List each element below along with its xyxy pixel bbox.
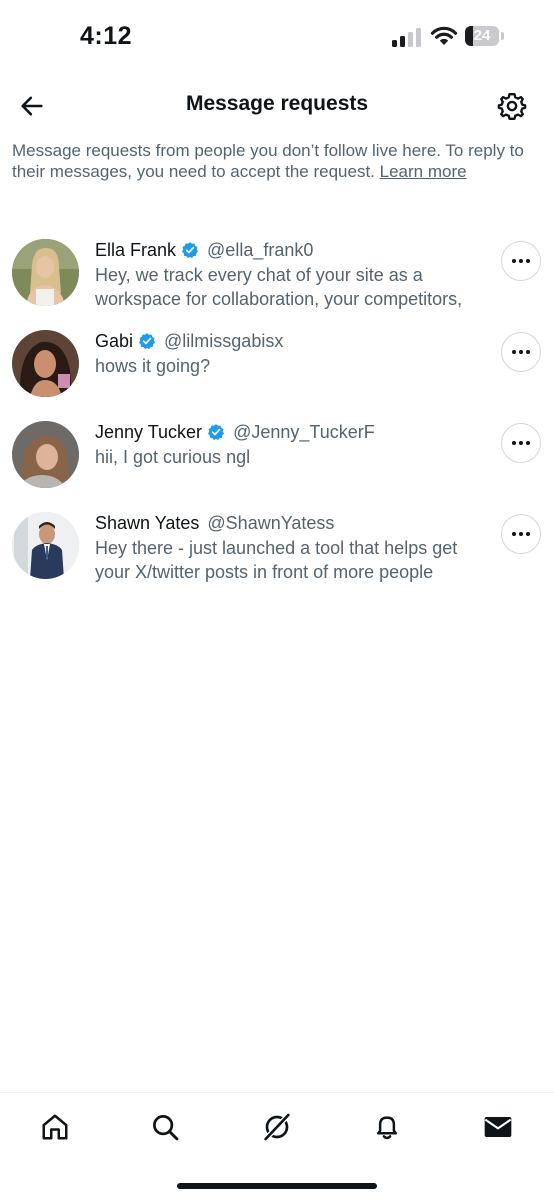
nav-home[interactable] <box>35 1107 75 1147</box>
handle: @lilmissgabisx <box>164 331 284 351</box>
handle: @ella_frank0 <box>207 240 314 260</box>
request-content: Ella Frank @ella_frank0 Hey, we track ev… <box>95 238 484 311</box>
request-list: Ella Frank @ella_frank0 Hey, we track ev… <box>0 232 554 605</box>
name-line: Jenny Tucker @Jenny_TuckerF <box>95 420 484 444</box>
display-name: Jenny Tucker <box>95 422 203 442</box>
battery-icon: 24 <box>465 26 499 46</box>
bell-icon <box>377 1116 397 1140</box>
request-item[interactable]: Jenny Tucker @Jenny_TuckerF hii, I got c… <box>0 414 554 505</box>
message-preview: Hey, we track every chat of your site as… <box>95 265 463 309</box>
name-line: Ella Frank @ella_frank0 <box>95 238 484 262</box>
status-time: 4:12 <box>80 22 133 50</box>
verified-badge-icon <box>208 424 225 441</box>
cellular-signal-icon <box>392 27 424 47</box>
more-options-button[interactable] <box>501 332 541 372</box>
name-line: Gabi @lilmissgabisx <box>95 329 484 353</box>
message-preview: hows it going? <box>95 356 211 376</box>
more-options-button[interactable] <box>501 241 541 281</box>
name-line: Shawn Yates @ShawnYatess <box>95 511 484 535</box>
message-preview: Hey there - just launched a tool that he… <box>95 538 458 582</box>
avatar[interactable] <box>12 421 79 488</box>
nav-messages[interactable] <box>478 1107 518 1147</box>
grok-icon <box>263 1112 291 1142</box>
home-indicator <box>177 1183 377 1189</box>
search-icon <box>153 1115 179 1141</box>
avatar-image <box>12 239 79 306</box>
request-content: Shawn Yates @ShawnYatess Hey there - jus… <box>95 511 484 584</box>
status-bar: 4:12 24 <box>0 0 554 76</box>
learn-more-link[interactable]: Learn more <box>380 162 467 181</box>
gear-icon <box>497 92 527 120</box>
avatar[interactable] <box>12 512 79 579</box>
display-name: Shawn Yates <box>95 513 200 533</box>
display-name: Gabi <box>95 331 134 351</box>
more-options-button[interactable] <box>501 423 541 463</box>
display-name: Ella Frank <box>95 240 177 260</box>
verified-badge-icon <box>182 242 199 259</box>
avatar[interactable] <box>12 330 79 397</box>
page-title: Message requests <box>185 92 369 115</box>
home-icon <box>42 1114 68 1140</box>
avatar[interactable] <box>12 239 79 306</box>
battery-percent: 24 <box>473 27 491 44</box>
nav-grok[interactable] <box>257 1107 297 1147</box>
request-item[interactable]: Ella Frank @ella_frank0 Hey, we track ev… <box>0 232 554 323</box>
verified-badge-icon <box>139 333 156 350</box>
battery-tip <box>501 32 504 40</box>
more-options-button[interactable] <box>501 514 541 554</box>
info-text: Message requests from people you don’t f… <box>12 140 542 182</box>
request-item[interactable]: Gabi @lilmissgabisx hows it going? <box>0 323 554 414</box>
request-item[interactable]: Shawn Yates @ShawnYatess Hey there - jus… <box>0 505 554 605</box>
nav-search[interactable] <box>145 1107 185 1147</box>
request-content: Jenny Tucker @Jenny_TuckerF hii, I got c… <box>95 420 484 469</box>
settings-button[interactable] <box>494 88 530 124</box>
avatar-image <box>12 421 79 488</box>
nav-notifications[interactable] <box>367 1107 407 1147</box>
header: Message requests <box>0 80 554 130</box>
handle: @Jenny_TuckerF <box>233 422 375 442</box>
request-content: Gabi @lilmissgabisx hows it going? <box>95 329 484 378</box>
mail-icon <box>484 1117 512 1137</box>
wifi-icon <box>430 26 458 45</box>
avatar-image <box>12 512 79 579</box>
avatar-image <box>12 330 79 397</box>
handle: @ShawnYatess <box>207 513 335 533</box>
message-preview: hii, I got curious ngl <box>95 447 251 467</box>
